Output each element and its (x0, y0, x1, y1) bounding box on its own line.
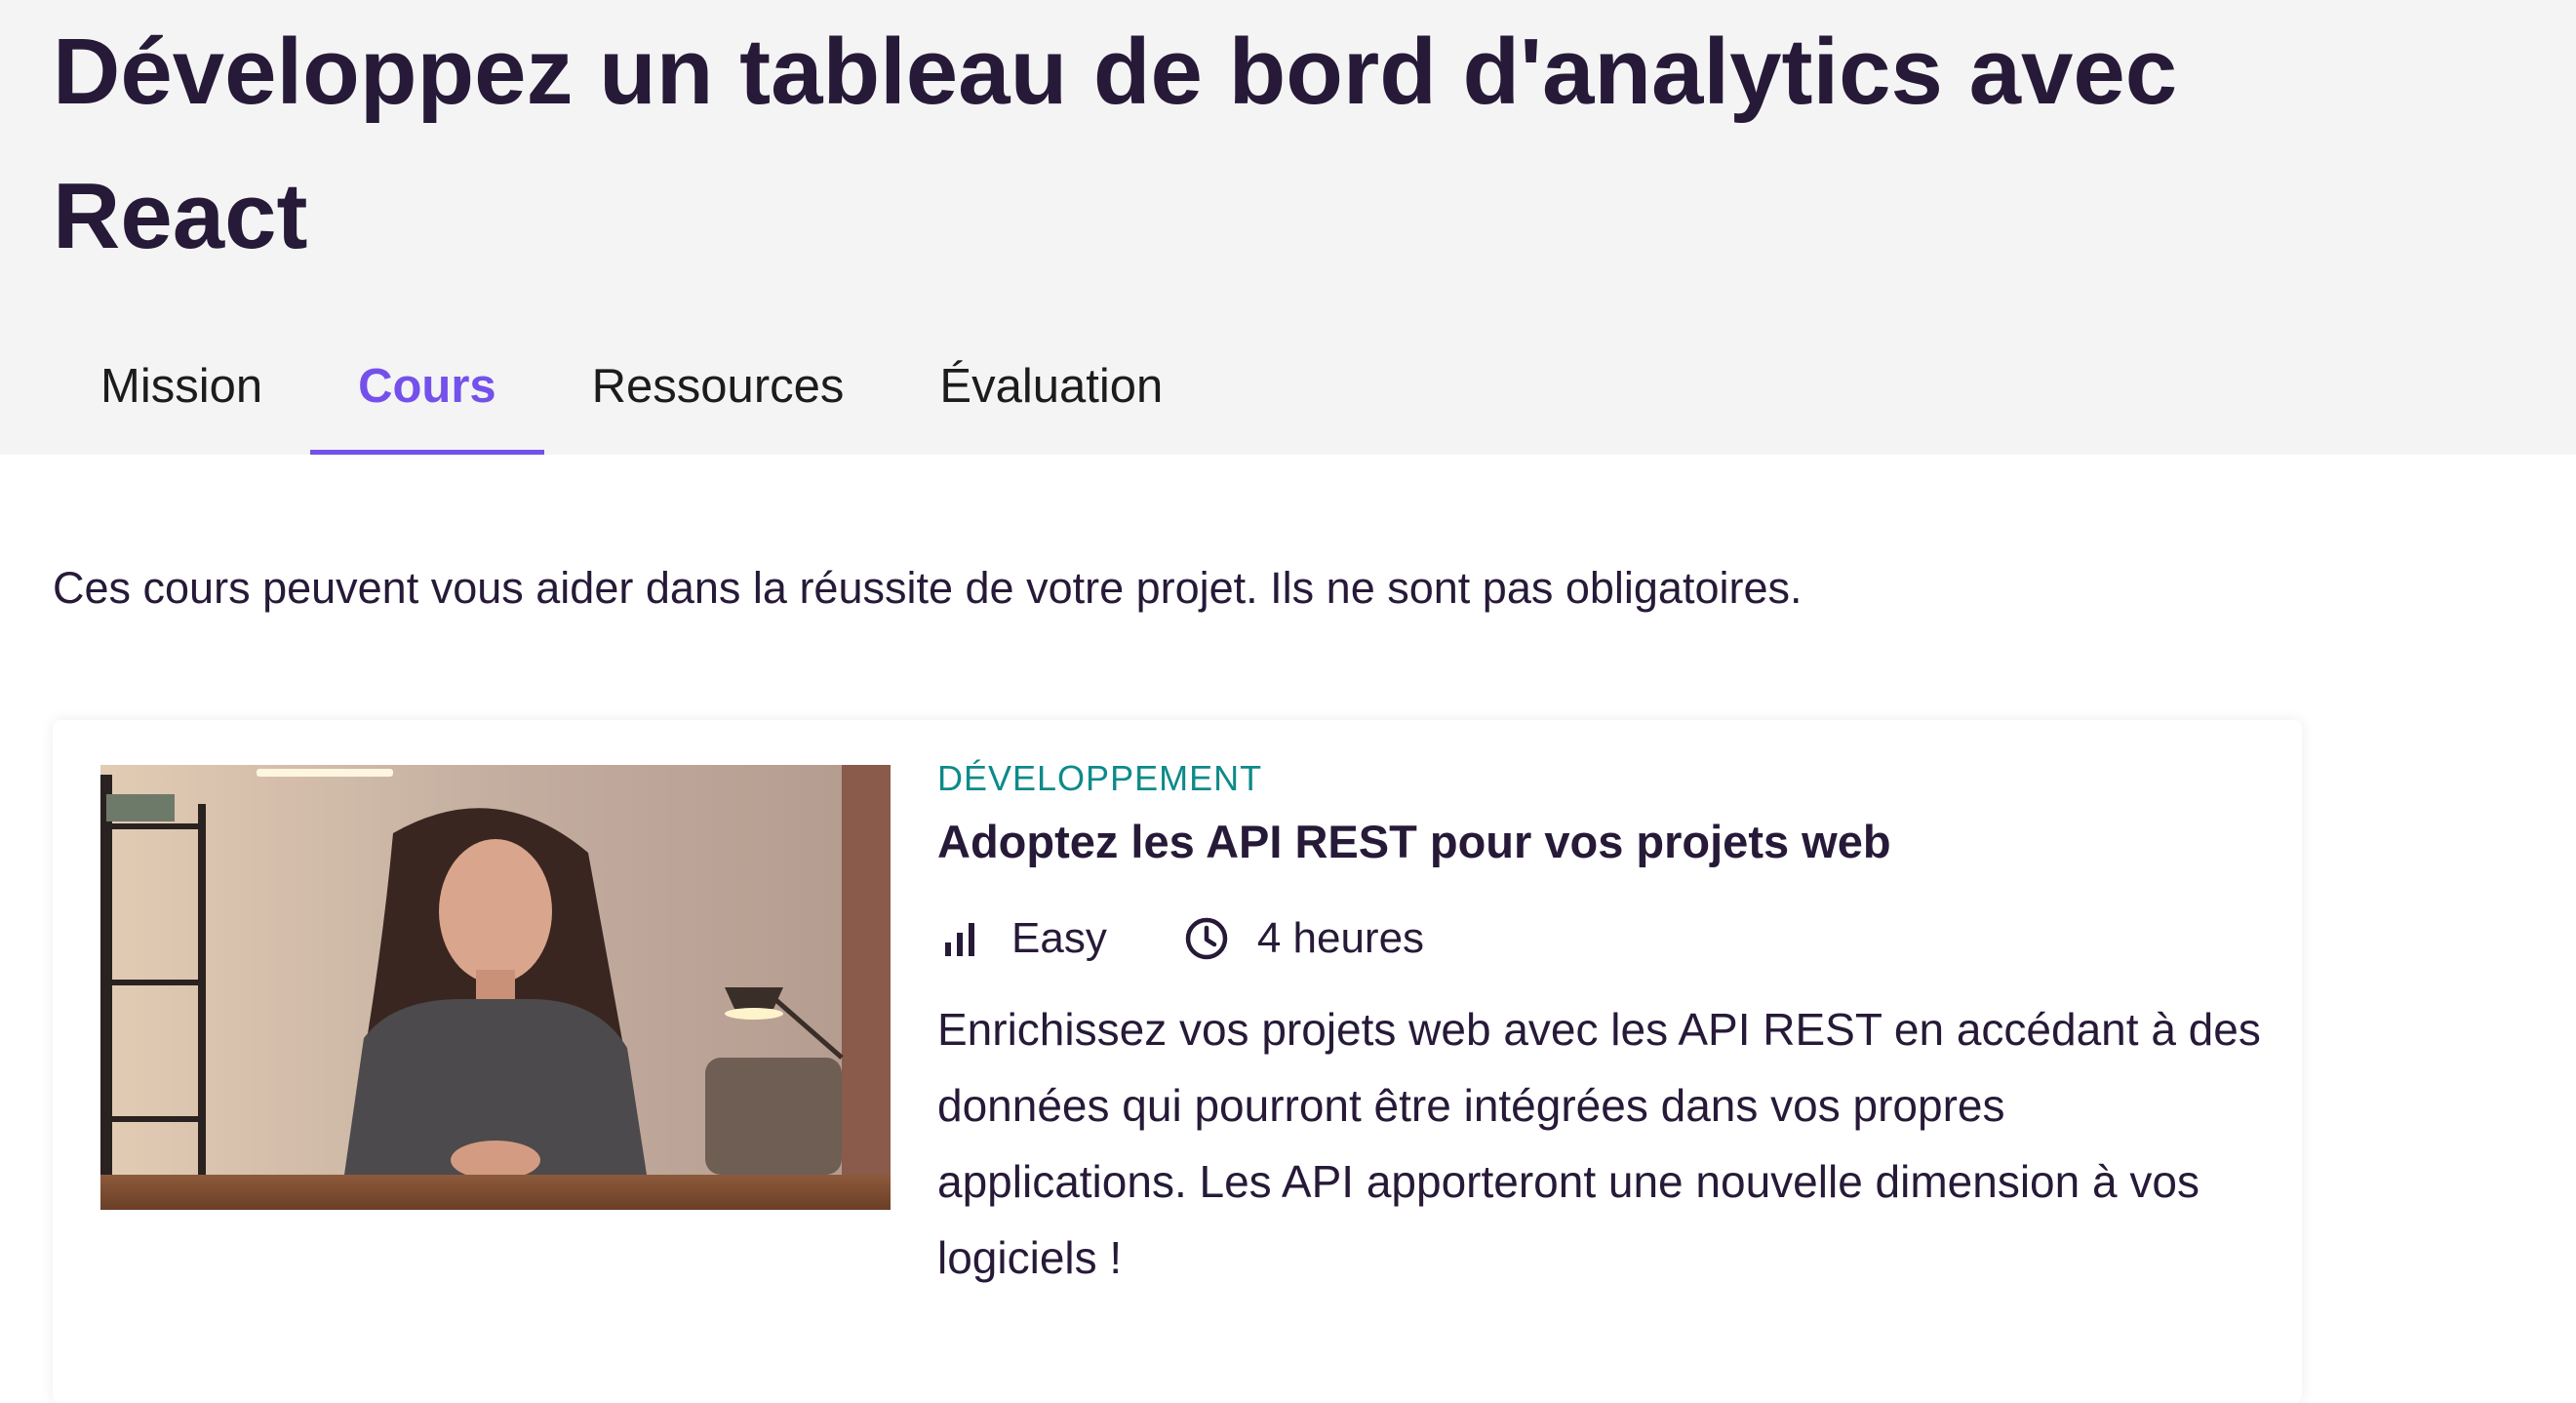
tab-bar: Mission Cours Ressources Évaluation (53, 341, 1210, 455)
course-title-link[interactable]: Adoptez les API REST pour vos projets we… (937, 810, 2264, 874)
courses-intro-text: Ces cours peuvent vous aider dans la réu… (53, 563, 1803, 613)
duration-label: 4 heures (1256, 914, 1425, 962)
course-meta: Easy 4 heures (937, 909, 2264, 968)
tab-cours[interactable]: Cours (310, 341, 544, 455)
course-category: DÉVELOPPEMENT (937, 758, 1263, 798)
duration: 4 heures (1183, 909, 1424, 968)
course-description: Enrichissez vos projets web avec les API… (937, 1004, 2261, 1283)
course-card[interactable]: DÉVELOPPEMENT Adoptez les API REST pour … (53, 720, 2302, 1403)
course-header: Développez un tableau de bord d'analytic… (0, 0, 2576, 455)
difficulty-label: Easy (1011, 914, 1107, 962)
bar-chart-icon (945, 923, 974, 956)
course-info: DÉVELOPPEMENT Adoptez les API REST pour … (937, 755, 2264, 1296)
tab-mission[interactable]: Mission (53, 341, 310, 455)
tab-ressources[interactable]: Ressources (544, 341, 892, 455)
tab-evaluation[interactable]: Évaluation (892, 341, 1210, 455)
page-title: Développez un tableau de bord d'analytic… (53, 20, 2178, 268)
difficulty: Easy (937, 909, 1107, 968)
clock-icon (1185, 917, 1228, 960)
instructor-video-still (100, 765, 891, 1210)
course-thumbnail[interactable] (100, 765, 891, 1210)
